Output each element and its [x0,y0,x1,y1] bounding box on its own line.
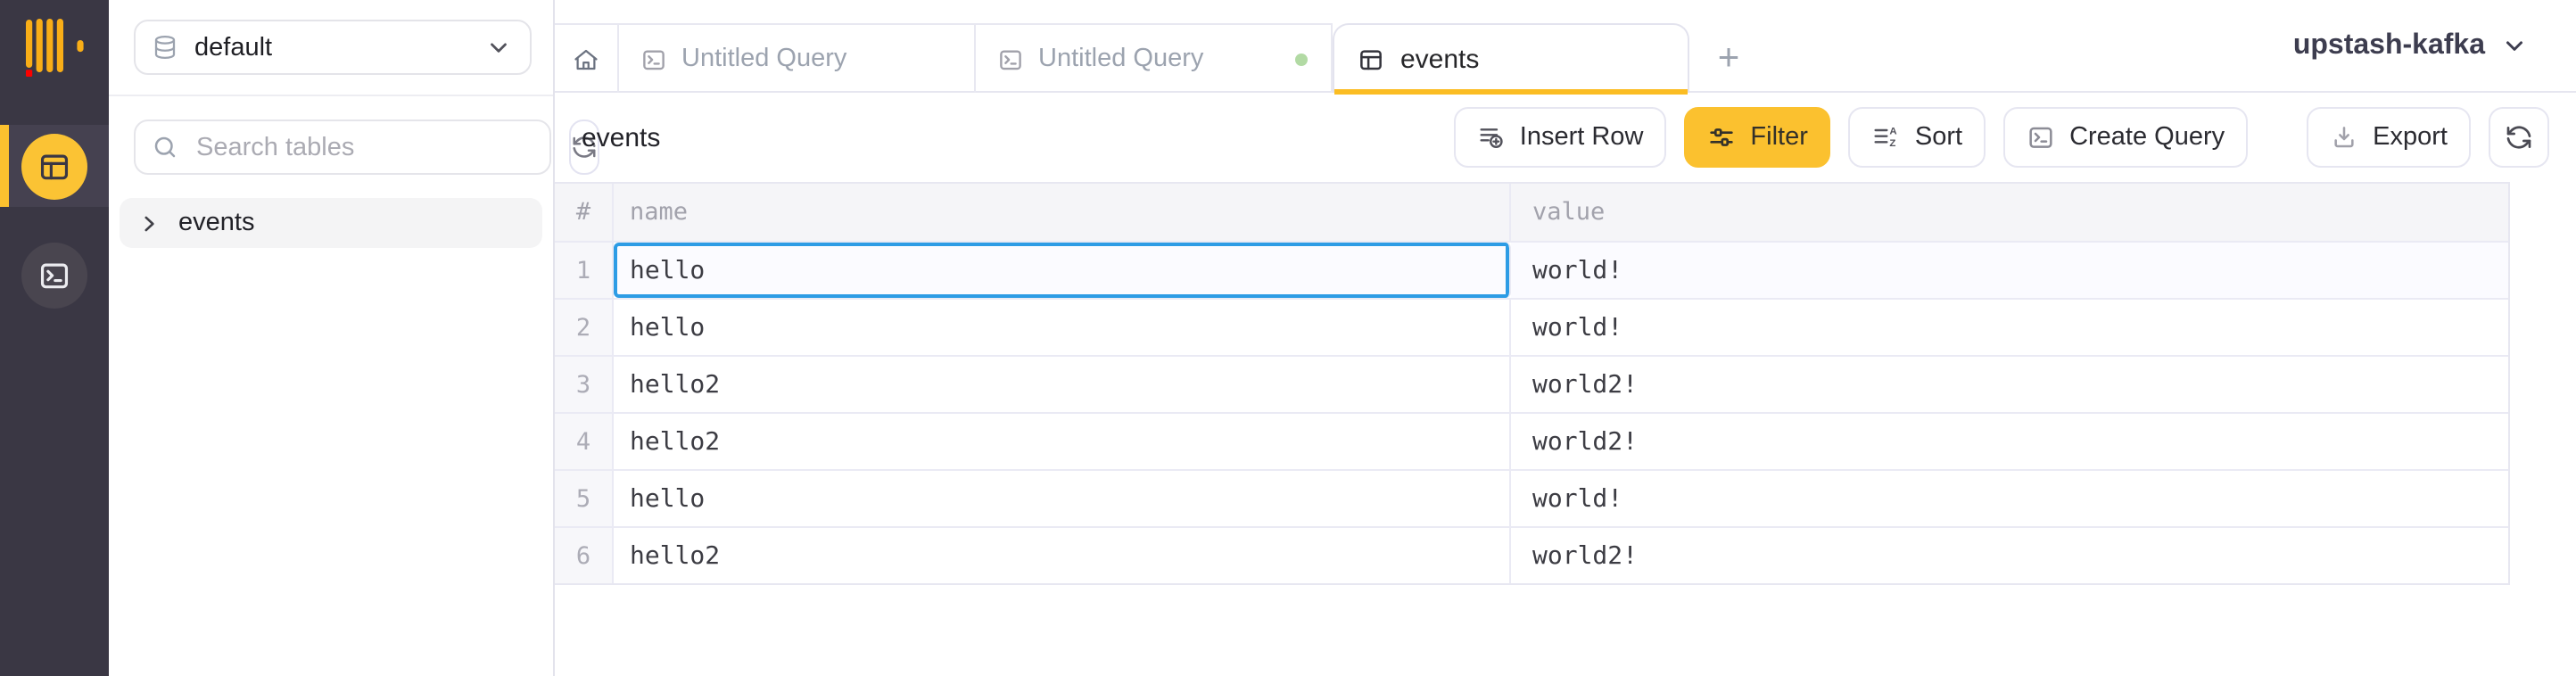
table-toolbar: events Insert Row Filter [555,93,2576,182]
search-tables-input[interactable] [193,131,533,163]
table-tree-item-label: events [178,209,254,237]
cell-value[interactable]: world! [1511,243,2508,298]
new-tab-button[interactable]: + [1689,23,1768,93]
chevron-down-icon [485,34,512,61]
cell-name[interactable]: hello [614,471,1511,526]
app-sidebar [0,0,109,676]
insert-row-button[interactable]: Insert Row [1454,107,1667,168]
tab-label: Untitled Query [1038,45,1203,73]
column-header-index[interactable]: # [555,184,614,241]
sort-button[interactable]: A Z Sort [1849,107,1986,168]
database-selector-value: default [194,33,469,62]
row-index: 5 [555,471,614,526]
cell-value[interactable]: world! [1511,471,2508,526]
tab-untitled-query-2[interactable]: Untitled Query [976,23,1333,93]
cell-name[interactable]: hello [614,300,1511,355]
row-index: 1 [555,243,614,298]
tab-untitled-query-1[interactable]: Untitled Query [619,23,976,93]
refresh-table-button[interactable] [2489,107,2549,168]
table-row: 4 hello2 world2! [555,412,2508,469]
svg-text:A: A [1890,127,1897,137]
layout-table-icon [1358,45,1384,72]
terminal-icon [2027,123,2055,152]
export-button[interactable]: Export [2307,107,2471,168]
row-index: 3 [555,357,614,412]
button-label: Filter [1750,123,1807,152]
connection-name: upstash-kafka [2293,29,2485,62]
layout-table-icon [37,149,71,183]
button-label: Sort [1915,123,1962,152]
cell-name[interactable]: hello2 [614,414,1511,469]
table-row: 5 hello world! [555,469,2508,526]
cell-name[interactable]: hello2 [614,528,1511,583]
home-tab[interactable] [555,23,619,93]
search-icon [152,134,178,161]
cell-value[interactable]: world! [1511,300,2508,355]
cell-value[interactable]: world2! [1511,528,2508,583]
app-root: default events [0,0,2576,676]
cell-name-selected[interactable]: hello [614,243,1511,298]
filter-button[interactable]: Filter [1684,107,1830,168]
sidebar-item-query-console[interactable] [0,234,109,316]
tab-events[interactable]: events [1333,23,1689,93]
clickhouse-logo [24,12,85,84]
button-label: Create Query [2069,123,2225,152]
filter-sliders-icon [1707,123,1736,152]
button-label: Export [2373,123,2448,152]
tables-panel: default events [109,0,555,676]
sidebar-item-tables[interactable] [0,125,109,207]
main-area: Untitled Query Untitled Query events + [555,0,2576,676]
console-nav-circle [21,242,87,308]
row-index: 6 [555,528,614,583]
cell-value[interactable]: world2! [1511,414,2508,469]
cell-name[interactable]: hello2 [614,357,1511,412]
table-row: 3 hello2 world2! [555,355,2508,412]
tables-nav-circle [21,133,87,199]
tab-strip: Untitled Query Untitled Query events + [555,0,2576,93]
database-icon [152,34,178,61]
row-index: 4 [555,414,614,469]
svg-text:Z: Z [1890,138,1896,149]
terminal-icon [640,45,667,72]
tab-label: Untitled Query [681,45,846,73]
connection-selector[interactable]: upstash-kafka [2293,29,2576,62]
table-row: 1 hello world! [555,241,2508,298]
terminal-icon [997,45,1024,72]
grid-header-row: # name value [555,184,2508,241]
search-tables-box [134,120,551,175]
chevron-down-icon [2501,32,2528,59]
download-icon [2330,123,2358,152]
refresh-icon [2505,123,2533,152]
chevron-right-icon [137,211,161,235]
database-selector[interactable]: default [134,20,532,75]
home-icon [573,45,599,72]
table-row: 6 hello2 world2! [555,526,2508,583]
unsaved-status-dot [1295,53,1308,65]
cell-value[interactable]: world2! [1511,357,2508,412]
column-header-value[interactable]: value [1511,184,2508,241]
row-index: 2 [555,300,614,355]
panel-divider [109,95,553,96]
table-row: 2 hello world! [555,298,2508,355]
terminal-icon [37,258,71,292]
button-label: Insert Row [1520,123,1644,152]
data-grid: # name value 1 hello world! 2 hello worl… [555,182,2510,585]
column-header-name[interactable]: name [614,184,1511,241]
table-tree-item-events[interactable]: events [120,198,542,248]
table-title: events [582,122,660,153]
tab-label: events [1400,44,1479,74]
sort-az-icon: A Z [1872,123,1901,152]
insert-row-icon [1477,123,1506,152]
create-query-button[interactable]: Create Query [2003,107,2248,168]
